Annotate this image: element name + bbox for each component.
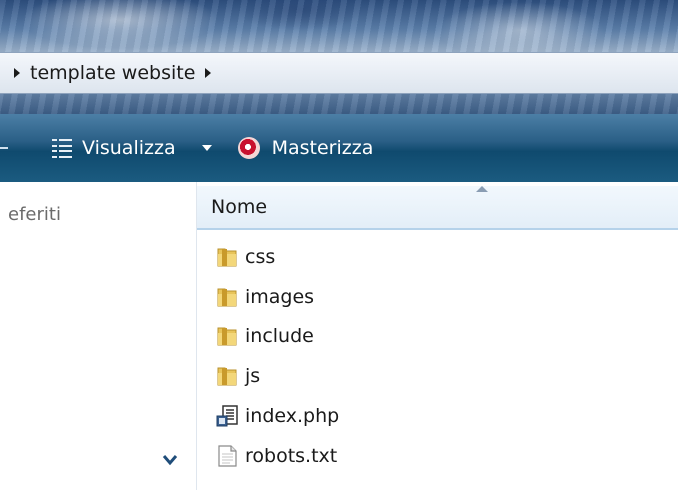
folder-icon (217, 288, 237, 307)
file-name: js (245, 365, 261, 388)
explorer-window: template website Visualizza Masterizza e… (0, 0, 678, 490)
folder-icon (217, 327, 237, 346)
sort-ascending-icon (476, 186, 488, 192)
file-name: images (245, 285, 315, 308)
file-name: index.php (245, 405, 340, 428)
chevron-down-icon[interactable] (162, 454, 178, 466)
list-item[interactable]: js (215, 356, 339, 396)
file-list-pane: Nome css images include js index.php rob… (197, 182, 678, 490)
burn-button[interactable]: Masterizza (234, 128, 378, 168)
burn-disc-icon (237, 137, 260, 159)
list-item[interactable]: robots.txt (215, 436, 339, 476)
breadcrumb-chevron-right-icon[interactable] (205, 68, 212, 78)
text-file-icon (218, 445, 237, 467)
view-details-icon (52, 138, 72, 158)
php-file-icon (216, 405, 238, 427)
folder-icon (217, 367, 237, 386)
breadcrumb-chevron-icon[interactable] (14, 68, 20, 78)
breadcrumb-current-folder[interactable]: template website (30, 62, 195, 84)
view-button-label: Visualizza (82, 137, 176, 159)
name-column-label: Nome (211, 196, 268, 218)
command-bar: Visualizza Masterizza (0, 114, 678, 182)
name-column-header[interactable]: Nome (197, 186, 678, 230)
view-dropdown-arrow-icon[interactable] (201, 145, 212, 151)
file-name: include (245, 325, 314, 348)
file-name: robots.txt (245, 444, 338, 467)
burn-button-label: Masterizza (271, 137, 374, 159)
list-item[interactable]: index.php (215, 396, 339, 436)
view-button[interactable]: Visualizza (48, 128, 180, 168)
list-item[interactable]: images (215, 277, 339, 317)
list-item[interactable]: css (215, 237, 339, 277)
list-item[interactable]: include (215, 317, 339, 357)
file-list: css images include js index.php robots.t… (215, 237, 339, 476)
favorites-label[interactable]: eferiti (8, 204, 61, 225)
address-bar[interactable]: template website (0, 52, 678, 94)
toolbar-separator (0, 147, 8, 149)
file-name: css (245, 245, 276, 268)
folder-icon (217, 248, 237, 267)
navigation-pane[interactable]: eferiti (0, 182, 197, 490)
